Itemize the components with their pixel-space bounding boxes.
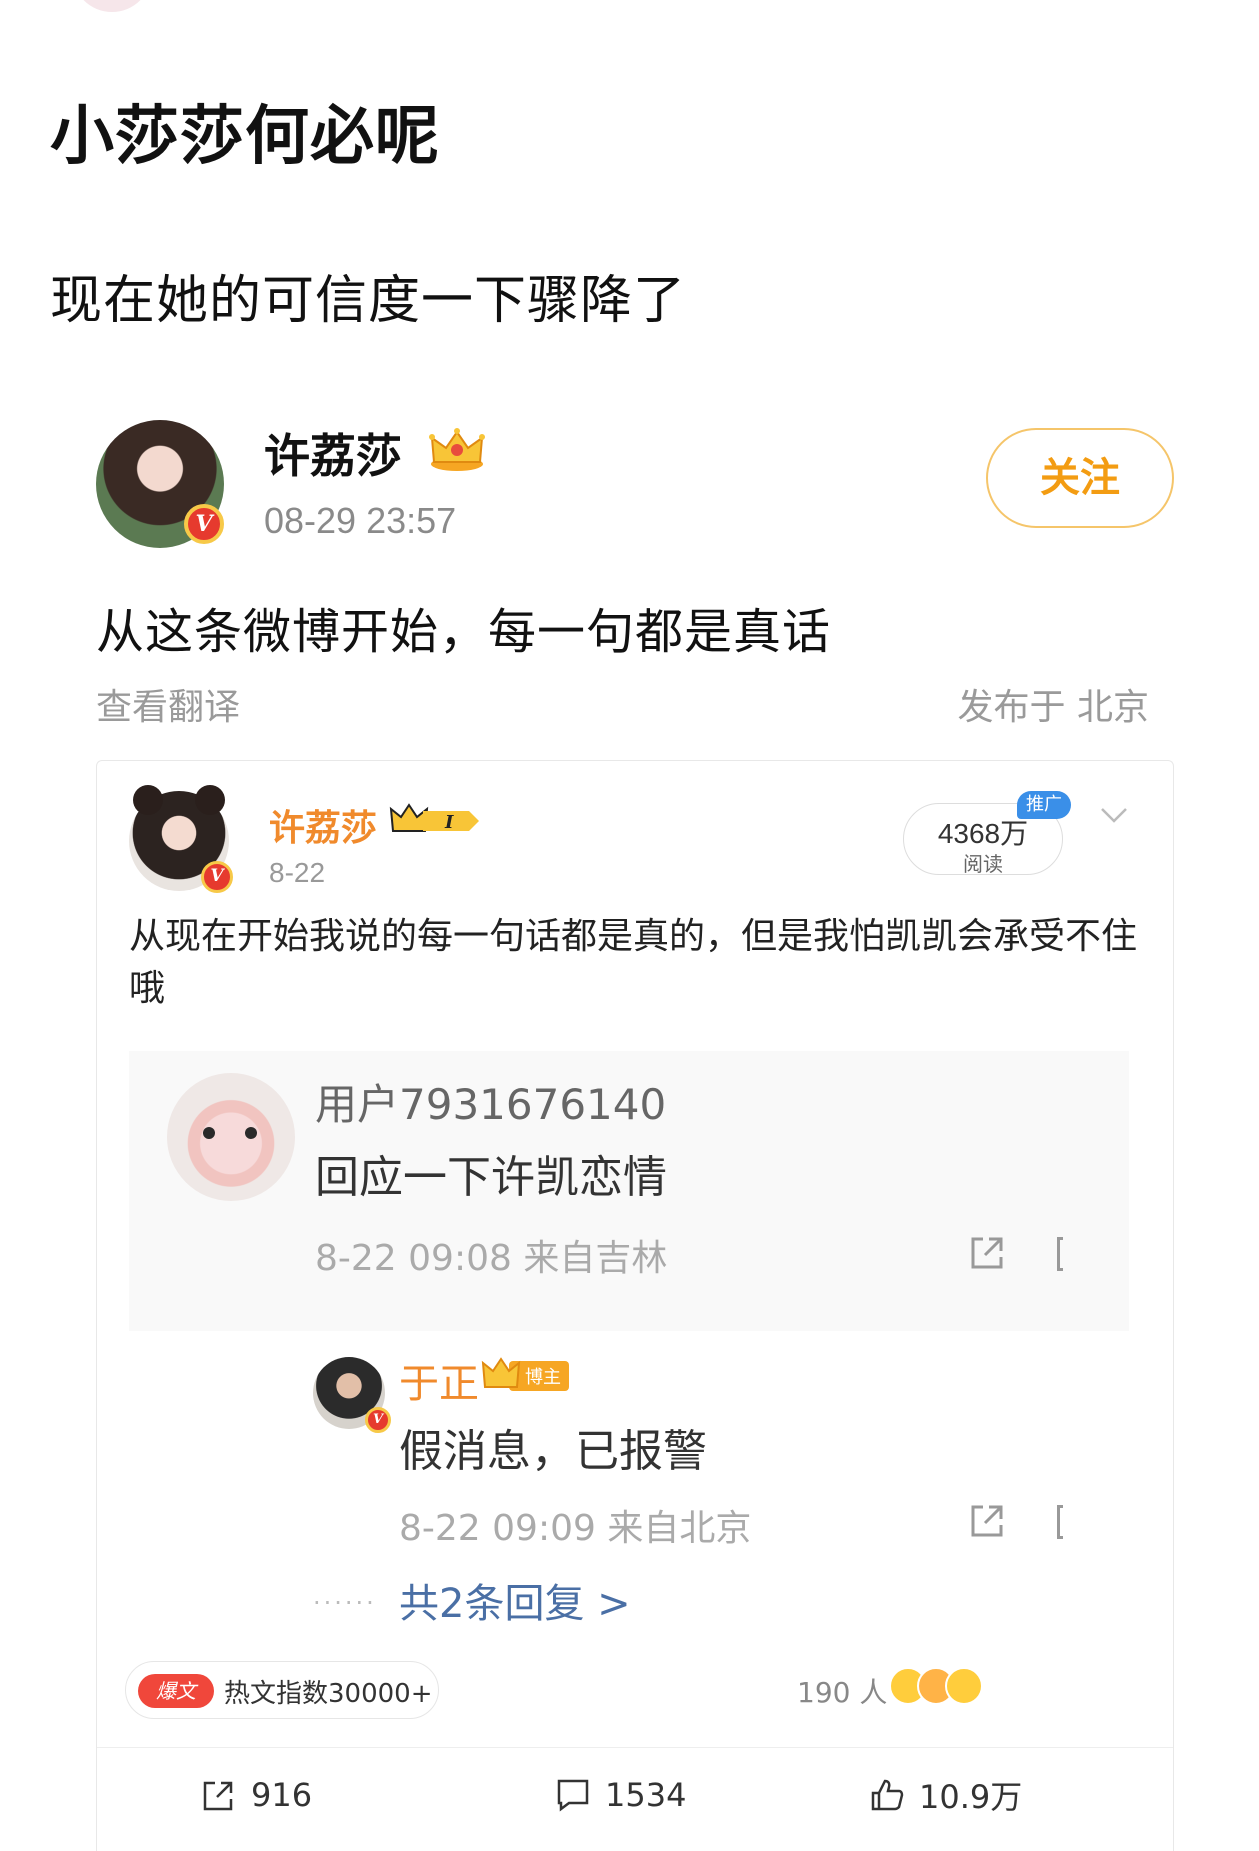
post-body-text: 从这条微博开始，每一句都是真话 xyxy=(96,604,832,660)
quoted-comment: 用户7931676140 回应一下许凯恋情 8-22 09:08 来自吉林 xyxy=(129,1051,1129,1331)
comment-button: 1534 xyxy=(555,1770,686,1820)
verified-icon: V xyxy=(365,1407,391,1433)
emoji-smile-icon xyxy=(945,1667,983,1705)
blogger-badge-icon: 博主 xyxy=(481,1357,569,1391)
comment-text: 回应一下许凯恋情 xyxy=(315,1152,667,1203)
avatar[interactable]: V xyxy=(96,420,224,548)
post-subtitle: 现在她的可信度一下骤降了 xyxy=(50,271,687,331)
embed-avatar: V xyxy=(129,785,233,893)
post-location: 发布于 北京 xyxy=(957,687,1149,728)
page-title: 小莎莎何必呢 xyxy=(50,100,440,174)
hot-index-text: 热文指数30000+ xyxy=(224,1679,433,1709)
blogger-badge-text: 博主 xyxy=(525,1367,561,1388)
cut-off-icon xyxy=(1057,1237,1063,1271)
post-header: V 许荔莎 08-29 23:57 关注 xyxy=(96,420,1176,550)
repost-icon xyxy=(203,1781,233,1811)
chevron-down-icon xyxy=(1101,808,1127,823)
emoji-icon xyxy=(889,1667,983,1707)
avatar-eye-left xyxy=(203,1127,215,1139)
reply-meta-text: 8-22 09:09 来自北京 xyxy=(399,1508,752,1549)
like-icon xyxy=(871,1779,904,1811)
verified-icon: V xyxy=(184,504,224,544)
post-timestamp: 08-29 23:57 xyxy=(264,500,457,541)
hot-tag: 爆文 xyxy=(138,1674,214,1708)
read-label: 阅读 xyxy=(963,852,1003,876)
repost-button: 916 xyxy=(201,1770,312,1820)
share-icon xyxy=(971,1505,1003,1537)
comment-icon xyxy=(557,1779,589,1812)
translate-link[interactable]: 查看翻译 xyxy=(96,678,240,730)
comment-count: 1534 xyxy=(605,1776,687,1814)
like-count: 10.9万 xyxy=(919,1778,1023,1816)
reply-text: 假消息，已报警 xyxy=(399,1426,707,1477)
reply-block: V 于正 博主 假消息，已报警 8-22 09:09 来自北京 ······ 共… xyxy=(129,1331,1129,1631)
cut-off-icon xyxy=(1057,1505,1063,1539)
commenter-avatar xyxy=(167,1073,295,1201)
crown-icon xyxy=(429,428,485,471)
reply-dots: ······ xyxy=(313,1589,377,1617)
like-button: 10.9万 xyxy=(869,1770,1022,1820)
hot-index-pill: 爆文 热文指数30000+ xyxy=(125,1661,439,1719)
embed-date: 8-22 xyxy=(269,857,326,888)
more-replies-link: 共2条回复 > xyxy=(399,1581,631,1627)
hair-bun-right xyxy=(195,785,225,815)
reaction-count: 190 人 xyxy=(797,1676,888,1709)
reply-author-name: 于正 xyxy=(399,1361,479,1407)
repost-count: 916 xyxy=(251,1776,313,1814)
hair-bun-left xyxy=(133,785,163,815)
comment-meta: 8-22 09:08 来自吉林 xyxy=(315,1238,668,1279)
author-name[interactable]: 许荔莎 xyxy=(264,420,402,486)
embed-body-text: 从现在开始我说的每一句话都是真的，但是我怕凯凯会承受不住哦 xyxy=(129,916,1138,1009)
embed-author-name: 许荔莎 xyxy=(269,808,378,849)
commenter-name: 用户7931676140 xyxy=(315,1080,667,1129)
previous-avatar-fragment xyxy=(72,0,152,12)
reply-meta: 8-22 09:09 来自北京 xyxy=(399,1499,751,1551)
verified-icon: V xyxy=(201,861,233,893)
promo-tag: 推广 xyxy=(1017,791,1071,819)
share-icon xyxy=(971,1237,1003,1269)
follow-button[interactable]: 关注 xyxy=(986,428,1174,528)
level-badge-icon: I xyxy=(389,803,479,833)
reply-avatar: V xyxy=(313,1357,391,1433)
avatar-eye-right xyxy=(245,1127,257,1139)
level-badge-text: I xyxy=(444,812,454,833)
embedded-screenshot: V 许荔莎 I 8-22 4368万 阅读 推广 从现在开始我说的每一句话都是真… xyxy=(96,760,1174,1851)
action-bar: 916 1534 10.9万 xyxy=(97,1747,1173,1851)
